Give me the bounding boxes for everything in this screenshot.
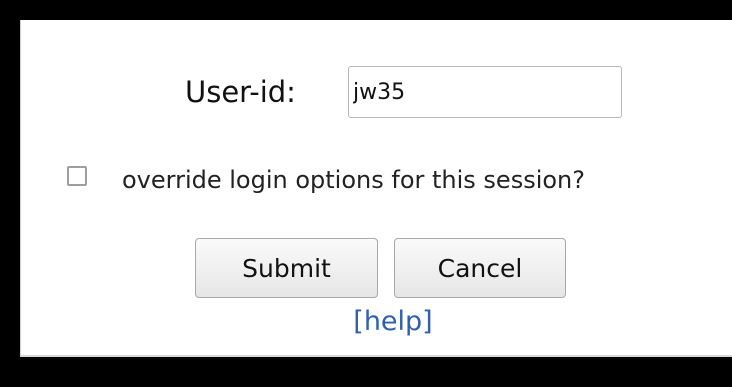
submit-button[interactable]: Submit bbox=[195, 238, 378, 298]
userid-label: User-id: bbox=[185, 75, 296, 109]
userid-input[interactable] bbox=[348, 66, 622, 118]
help-link[interactable]: [help] bbox=[338, 303, 448, 341]
override-login-label: override login options for this session? bbox=[122, 166, 586, 194]
override-login-checkbox[interactable] bbox=[67, 166, 87, 186]
cancel-button[interactable]: Cancel bbox=[394, 238, 566, 298]
